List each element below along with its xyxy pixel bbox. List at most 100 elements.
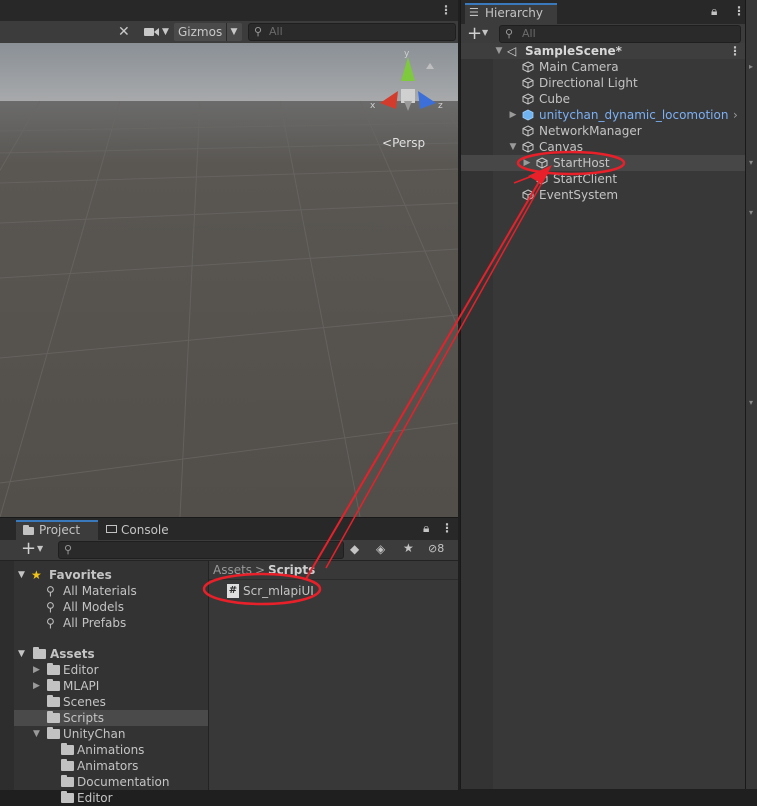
chevron-right-icon[interactable]: › bbox=[733, 107, 738, 123]
project-search-input[interactable]: ⚲ bbox=[58, 541, 344, 559]
search-icon: ⚲ bbox=[254, 25, 263, 38]
hierarchy-item-label: NetworkManager bbox=[539, 124, 642, 138]
folder-icon bbox=[47, 663, 60, 675]
gameobject-icon bbox=[522, 189, 534, 201]
filter-by-type-icon[interactable]: ◆ bbox=[350, 542, 359, 556]
folder-item[interactable]: ▶ Editor bbox=[14, 662, 208, 678]
gameobject-icon bbox=[536, 157, 548, 169]
breadcrumb-root[interactable]: Assets bbox=[213, 563, 252, 577]
favorites-header[interactable]: ▼ ★ Favorites bbox=[14, 567, 208, 583]
prefab-icon bbox=[522, 109, 534, 121]
hierarchy-panel: ☰ Hierarchy 🔒︎ ⋮ + ▼ ⚲ All ▼ ◁ SampleSce… bbox=[460, 0, 745, 789]
hierarchy-item-label: Cube bbox=[539, 92, 570, 106]
hierarchy-item-label: Directional Light bbox=[539, 76, 638, 90]
expand-arrow-icon[interactable]: ▶ bbox=[522, 155, 532, 171]
hierarchy-item[interactable]: ▼ Canvas bbox=[461, 139, 745, 155]
scene-row[interactable]: ▼ ◁ SampleScene* ⋮ bbox=[461, 43, 745, 59]
more-options-icon[interactable]: ⋮ bbox=[729, 43, 741, 59]
folder-item[interactable]: ▼ UnityChan bbox=[14, 726, 208, 742]
scene-search-placeholder: All bbox=[269, 25, 283, 38]
scene-name: SampleScene* bbox=[525, 44, 622, 58]
favorite-star-icon[interactable]: ★ bbox=[403, 541, 414, 555]
hierarchy-item[interactable]: Directional Light bbox=[461, 75, 745, 91]
tab-hierarchy[interactable]: ☰ Hierarchy bbox=[465, 3, 557, 24]
breadcrumb-current[interactable]: Scripts bbox=[268, 563, 315, 577]
folder-item[interactable]: Animations bbox=[14, 742, 208, 758]
scene-search-input[interactable]: ⚲ All bbox=[248, 23, 456, 41]
folder-item[interactable]: Animators bbox=[14, 758, 208, 774]
project-asset-view: Assets > Scripts # Scr_mlapiUI bbox=[209, 561, 458, 790]
gameobject-icon bbox=[522, 141, 534, 153]
csharp-script-icon: # bbox=[227, 584, 239, 598]
hidden-count: 8 bbox=[437, 542, 445, 555]
expand-arrow-icon[interactable]: ▼ bbox=[508, 139, 518, 155]
lock-icon[interactable]: 🔒︎ bbox=[711, 4, 717, 19]
add-icon[interactable]: + bbox=[21, 538, 36, 559]
hidden-packages-toggle[interactable]: ⊘8 bbox=[428, 542, 444, 555]
folder-item[interactable]: Scenes bbox=[14, 694, 208, 710]
unity-scene-icon: ◁ bbox=[507, 44, 517, 58]
scene-viewport[interactable]: y x z <Persp bbox=[0, 43, 458, 517]
folder-label: Scenes bbox=[63, 695, 106, 709]
hierarchy-search-input[interactable]: ⚲ All bbox=[499, 25, 741, 43]
hierarchy-item[interactable]: Main Camera bbox=[461, 59, 745, 75]
favorite-label: All Prefabs bbox=[63, 616, 127, 630]
hierarchy-item-label: unitychan_dynamic_locomotion bbox=[539, 108, 729, 122]
folder-icon bbox=[61, 743, 74, 755]
folder-icon bbox=[61, 775, 74, 787]
folder-open-icon bbox=[47, 727, 60, 739]
gizmos-dropdown[interactable]: Gizmos ▼ bbox=[174, 23, 242, 41]
tools-icon[interactable]: ✕ bbox=[118, 23, 130, 41]
inspector-edge: ▸ ▾ ▾ ▾ bbox=[745, 0, 757, 789]
search-icon: ⚲ bbox=[46, 616, 55, 630]
hierarchy-item-label: StartClient bbox=[553, 172, 618, 186]
expand-arrow-icon[interactable]: ▶ bbox=[33, 662, 40, 678]
project-folder-tree: ▼ ★ Favorites ⚲ All Materials ⚲ All Mode… bbox=[14, 561, 209, 805]
assets-header[interactable]: ▼ Assets bbox=[14, 646, 208, 662]
scene-toolbar: ✕ ▼ Gizmos ▼ ⚲ All bbox=[0, 21, 458, 44]
chevron-down-icon[interactable]: ▼ bbox=[482, 28, 488, 37]
expand-arrow-icon[interactable]: ▼ bbox=[18, 646, 25, 662]
more-options-icon[interactable]: ⋮ bbox=[440, 3, 452, 17]
more-options-icon[interactable]: ⋮ bbox=[441, 521, 453, 535]
gameobject-icon bbox=[522, 77, 534, 89]
filter-by-label-icon[interactable]: ◈ bbox=[376, 542, 385, 556]
persp-toggle[interactable]: <Persp bbox=[382, 136, 425, 150]
orientation-gizmo[interactable] bbox=[368, 51, 448, 131]
folder-item[interactable]: Editor bbox=[14, 790, 208, 806]
hierarchy-item[interactable]: NetworkManager bbox=[461, 123, 745, 139]
chevron-down-icon: ▾ bbox=[749, 158, 754, 167]
lock-icon[interactable]: 🔒︎ bbox=[423, 521, 429, 536]
tab-project[interactable]: Project bbox=[16, 520, 98, 540]
hierarchy-item[interactable]: StartClient bbox=[461, 171, 745, 187]
search-icon: ⚲ bbox=[46, 584, 55, 598]
expand-arrow-icon[interactable]: ▼ bbox=[494, 43, 504, 59]
chevron-down-icon[interactable]: ▼ bbox=[37, 544, 43, 553]
hierarchy-item-selected[interactable]: ▶ StartHost bbox=[461, 155, 745, 171]
chevron-right-icon: ▸ bbox=[749, 62, 754, 71]
more-options-icon[interactable]: ⋮ bbox=[733, 4, 745, 18]
folder-item[interactable]: ▶ MLAPI bbox=[14, 678, 208, 694]
folder-label: UnityChan bbox=[63, 727, 126, 741]
expand-arrow-icon[interactable]: ▶ bbox=[508, 107, 518, 123]
folder-item[interactable]: Documentation bbox=[14, 774, 208, 790]
hierarchy-item-prefab[interactable]: ▶ unitychan_dynamic_locomotion › bbox=[461, 107, 745, 123]
add-icon[interactable]: + bbox=[467, 23, 482, 44]
hierarchy-item[interactable]: Cube bbox=[461, 91, 745, 107]
hierarchy-tab-label: Hierarchy bbox=[485, 6, 544, 20]
camera-dropdown[interactable]: ▼ bbox=[144, 23, 170, 41]
expand-arrow-icon[interactable]: ▼ bbox=[33, 726, 40, 742]
hierarchy-search-placeholder: All bbox=[522, 27, 536, 40]
hierarchy-item[interactable]: EventSystem bbox=[461, 187, 745, 203]
project-tab-label: Project bbox=[39, 523, 81, 537]
expand-arrow-icon[interactable]: ▶ bbox=[33, 678, 40, 694]
project-toolbar: + ▼ ⚲ ◆ ◈ ★ ⊘8 bbox=[0, 538, 458, 561]
scene-view[interactable]: ⋮ ✕ ▼ Gizmos ▼ ⚲ All y x z <Persp bbox=[0, 0, 458, 517]
expand-arrow-icon[interactable]: ▼ bbox=[18, 567, 25, 583]
left-scroll-edge bbox=[0, 561, 14, 790]
folder-icon bbox=[47, 695, 60, 707]
folder-icon bbox=[23, 525, 34, 535]
hierarchy-toolbar: + ▼ ⚲ All bbox=[461, 23, 745, 45]
tab-console[interactable]: Console bbox=[100, 520, 180, 540]
folder-item-selected[interactable]: Scripts bbox=[14, 710, 208, 726]
